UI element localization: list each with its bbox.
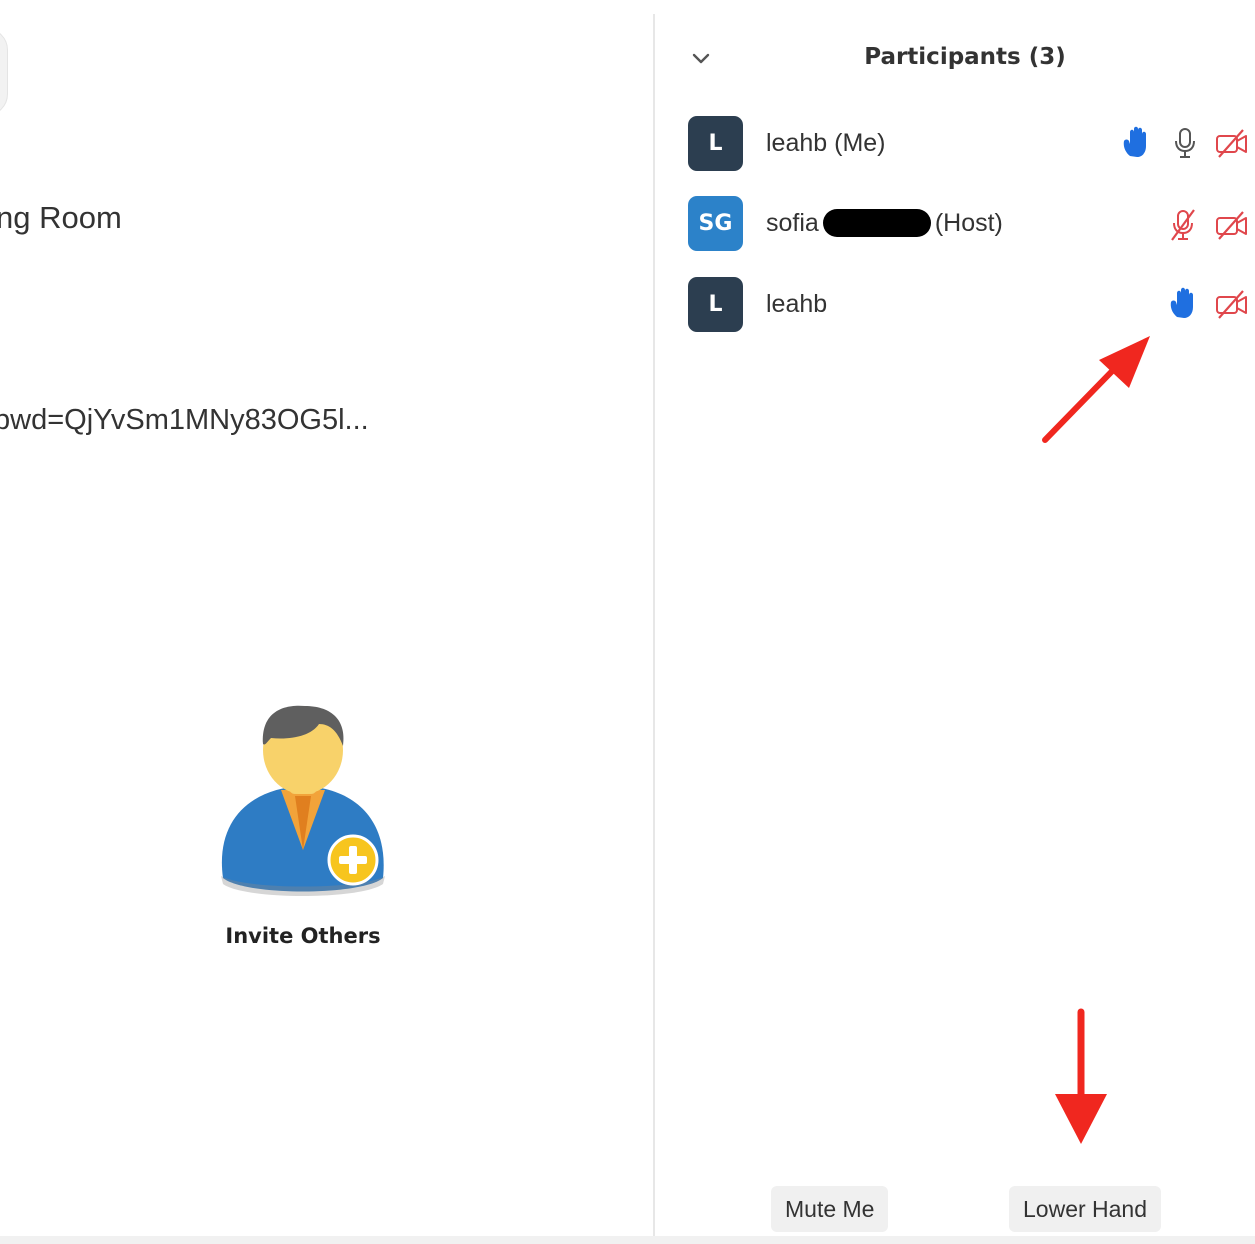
video-off-icon[interactable] [1215, 287, 1247, 321]
participants-title: Participants (3) [864, 44, 1066, 70]
video-off-icon[interactable] [1215, 126, 1247, 160]
participant-row[interactable]: SG sofia (Host) [655, 188, 1255, 258]
participant-name: leahb (Me) [766, 129, 886, 158]
avatar: SG [688, 196, 743, 251]
raised-hand-icon [1170, 287, 1193, 318]
video-off-icon[interactable] [1215, 208, 1247, 242]
avatar: L [688, 116, 743, 171]
raised-hand-icon [1123, 126, 1146, 157]
invite-others-label: Invite Others [225, 924, 381, 948]
participant-tag: (Host) [934, 209, 1003, 237]
participant-name-text: leahb [766, 290, 828, 318]
zoom-meeting-window: ng Room pwd=QjYvSm1MNy83OG5l... Invite O… [0, 0, 1255, 1244]
annotation-arrow-icon [1042, 336, 1150, 443]
redaction-mark [822, 209, 931, 237]
add-person-icon [221, 705, 385, 896]
annotation-arrow-down-icon [1055, 1008, 1107, 1144]
meeting-info-button-edge[interactable] [0, 28, 8, 116]
participant-tag: (Me) [834, 129, 886, 157]
window-bottom-edge [0, 1236, 1255, 1244]
participants-panel: Participants (3) L leahb (Me) SG sofia (… [655, 0, 1255, 1244]
chevron-down-icon[interactable] [689, 46, 713, 70]
meeting-room-title: ng Room [0, 200, 122, 235]
participant-name: leahb [766, 290, 827, 319]
meeting-info-pane: ng Room pwd=QjYvSm1MNy83OG5l... Invite O… [0, 0, 654, 1244]
meeting-invite-url[interactable]: pwd=QjYvSm1MNy83OG5l... [0, 404, 369, 437]
participant-name-text: sofia [766, 209, 819, 237]
microphone-icon[interactable] [1169, 126, 1201, 160]
participant-name: sofia (Host) [766, 209, 1003, 238]
participant-row[interactable]: L leahb (Me) [655, 108, 1255, 178]
participant-name-text: leahb [766, 129, 828, 157]
muted-microphone-icon[interactable] [1167, 208, 1199, 242]
invite-others-button[interactable]: Invite Others [205, 700, 405, 960]
lower-hand-button[interactable]: Lower Hand [1009, 1186, 1162, 1232]
participant-row[interactable]: L leahb [655, 269, 1255, 339]
avatar: L [688, 277, 743, 332]
mute-me-button[interactable]: Mute Me [771, 1186, 889, 1232]
